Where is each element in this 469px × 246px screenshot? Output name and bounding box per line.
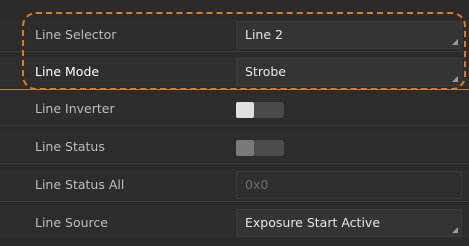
line-status-toggle [236, 140, 284, 156]
row-divider [0, 125, 469, 126]
row-line-inverter: Line Inverter [0, 94, 469, 124]
line-inverter-toggle[interactable] [236, 102, 284, 118]
row-line-source: Line Source Exposure Start Active [0, 208, 469, 238]
line-source-label: Line Source [35, 215, 108, 230]
row-divider [0, 51, 469, 52]
row-line-status-all: Line Status All 0x0 [0, 170, 469, 200]
line-status-all-value: 0x0 [245, 177, 269, 192]
row-line-selector: Line Selector Line 2 [0, 20, 469, 50]
row-line-mode: Line Mode Strobe [0, 57, 469, 87]
toggle-knob [236, 102, 254, 118]
dropdown-corner-icon [452, 39, 458, 45]
dropdown-corner-icon [452, 227, 458, 233]
line-source-dropdown[interactable]: Exposure Start Active [236, 209, 462, 237]
row-divider [0, 163, 469, 164]
line-mode-value: Strobe [245, 64, 286, 79]
row-line-status: Line Status [0, 132, 469, 162]
line-source-value: Exposure Start Active [245, 215, 381, 230]
toggle-knob [236, 140, 254, 156]
row-divider [0, 201, 469, 202]
line-status-label: Line Status [35, 139, 105, 154]
toggle-track [254, 102, 284, 118]
line-status-all-label: Line Status All [35, 177, 125, 192]
dropdown-corner-icon [452, 76, 458, 82]
line-status-all-field: 0x0 [236, 171, 462, 199]
line-mode-dropdown[interactable]: Strobe [236, 58, 462, 86]
selection-underline [0, 89, 469, 90]
line-mode-label: Line Mode [35, 64, 100, 79]
toggle-track [254, 140, 284, 156]
line-selector-dropdown[interactable]: Line 2 [236, 21, 462, 49]
line-inverter-label: Line Inverter [35, 101, 115, 116]
line-selector-value: Line 2 [245, 27, 283, 42]
line-selector-label: Line Selector [35, 27, 117, 42]
properties-panel: Line Selector Line 2 Line Mode Strobe Li… [0, 0, 469, 246]
